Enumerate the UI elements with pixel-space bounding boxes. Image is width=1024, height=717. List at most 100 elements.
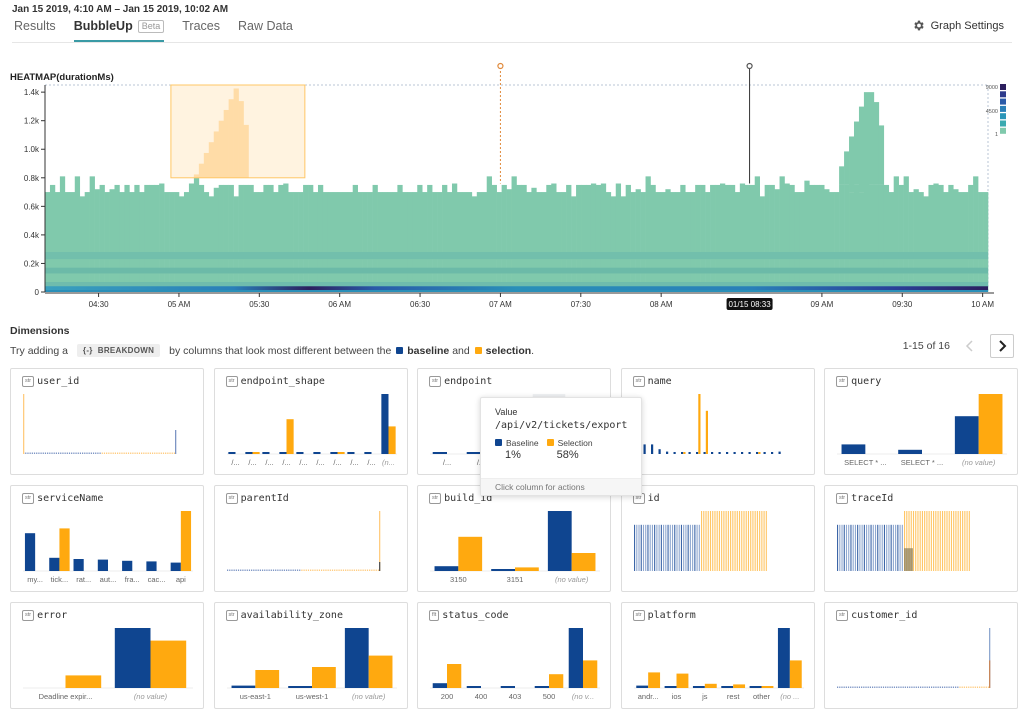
baseline-bar[interactable]: [906, 686, 909, 689]
heatmap-cell[interactable]: [69, 192, 76, 292]
selection-bar[interactable]: [758, 511, 760, 571]
baseline-bar[interactable]: [29, 452, 31, 455]
baseline-bar[interactable]: [933, 686, 935, 689]
baseline-bar[interactable]: [911, 686, 913, 689]
selection-bar[interactable]: [364, 569, 366, 572]
selection-bar[interactable]: [318, 569, 320, 572]
baseline-bar[interactable]: [84, 452, 86, 455]
selection-bar[interactable]: [716, 511, 718, 571]
baseline-bar[interactable]: [650, 444, 653, 454]
selection-bar[interactable]: [309, 569, 311, 572]
selection-bar[interactable]: [23, 394, 25, 454]
selection-bar[interactable]: [162, 452, 165, 455]
baseline-bar[interactable]: [872, 524, 874, 571]
baseline-bar[interactable]: [646, 524, 649, 571]
baseline-bar[interactable]: [466, 452, 481, 454]
baseline-bar[interactable]: [363, 452, 371, 454]
baseline-bar[interactable]: [861, 524, 863, 571]
selection-bar[interactable]: [143, 452, 145, 455]
heatmap-cell[interactable]: [844, 184, 850, 292]
baseline-bar[interactable]: [95, 452, 97, 455]
baseline-bar[interactable]: [682, 524, 684, 571]
baseline-bar[interactable]: [226, 569, 228, 572]
baseline-bar[interactable]: [246, 569, 248, 572]
heatmap-cell[interactable]: [774, 189, 780, 292]
baseline-bar[interactable]: [635, 685, 648, 688]
baseline-bar[interactable]: [755, 452, 758, 454]
heatmap-cell[interactable]: [744, 184, 751, 292]
selection-bar[interactable]: [789, 660, 802, 688]
heatmap-cell[interactable]: [466, 192, 473, 292]
heatmap-cell[interactable]: [814, 184, 820, 292]
baseline-bar[interactable]: [843, 686, 845, 689]
baseline-bar[interactable]: [865, 686, 867, 689]
selection-bar[interactable]: [707, 511, 709, 571]
selection-bar[interactable]: [742, 511, 745, 571]
baseline-bar[interactable]: [97, 452, 99, 455]
heatmap-cell[interactable]: [948, 184, 954, 292]
baseline-bar[interactable]: [658, 524, 660, 571]
baseline-bar[interactable]: [850, 686, 852, 689]
heatmap-cell[interactable]: [839, 184, 845, 292]
baseline-bar[interactable]: [859, 524, 861, 571]
heatmap-cell[interactable]: [938, 184, 944, 292]
baseline-bar[interactable]: [740, 452, 743, 454]
heatmap-cell[interactable]: [412, 192, 418, 292]
baseline-bar[interactable]: [278, 452, 286, 454]
selection-bar[interactable]: [110, 452, 112, 455]
selection-bar[interactable]: [919, 511, 921, 571]
selection-bar[interactable]: [151, 452, 154, 455]
baseline-bar[interactable]: [92, 452, 95, 455]
card-chart[interactable]: [825, 486, 1019, 593]
selection-bar[interactable]: [941, 511, 944, 571]
selection-bar[interactable]: [713, 511, 716, 571]
selection-bar[interactable]: [167, 452, 169, 455]
baseline-bar[interactable]: [847, 686, 850, 689]
heatmap-cell[interactable]: [878, 125, 885, 185]
baseline-bar[interactable]: [841, 524, 843, 571]
heatmap-cell[interactable]: [233, 196, 239, 292]
heatmap-cell[interactable]: [402, 192, 408, 292]
baseline-bar[interactable]: [926, 686, 928, 689]
selection-bar[interactable]: [311, 667, 336, 688]
baseline-bar[interactable]: [710, 452, 713, 454]
heatmap-cell[interactable]: [516, 184, 522, 292]
baseline-bar[interactable]: [882, 686, 885, 689]
selection-bar[interactable]: [388, 426, 396, 454]
heatmap-cell[interactable]: [789, 184, 795, 292]
baseline-bar[interactable]: [568, 628, 583, 688]
heatmap-cell[interactable]: [481, 192, 488, 292]
baseline-bar[interactable]: [283, 569, 285, 572]
heatmap-cell[interactable]: [933, 183, 939, 292]
heatmap-cell[interactable]: [451, 183, 458, 292]
heatmap-cell[interactable]: [719, 183, 726, 292]
selection-bar[interactable]: [305, 569, 307, 572]
baseline-bar[interactable]: [952, 686, 955, 689]
baseline-bar[interactable]: [241, 569, 244, 572]
heatmap-cell[interactable]: [491, 184, 497, 292]
selection-bar[interactable]: [377, 569, 379, 572]
heatmap-cell[interactable]: [422, 192, 428, 292]
baseline-bar[interactable]: [900, 686, 902, 689]
selection-bar[interactable]: [944, 511, 946, 571]
selection-bar[interactable]: [959, 686, 961, 689]
baseline-bar[interactable]: [40, 452, 42, 455]
heatmap-cell[interactable]: [958, 192, 964, 292]
baseline-bar[interactable]: [432, 683, 447, 688]
heatmap-cell[interactable]: [695, 184, 701, 292]
baseline-bar[interactable]: [889, 686, 891, 689]
baseline-bar[interactable]: [25, 452, 27, 455]
baseline-bar[interactable]: [948, 686, 950, 689]
selection-bar[interactable]: [700, 511, 702, 571]
baseline-bar[interactable]: [909, 686, 911, 689]
heatmap-cell[interactable]: [327, 192, 334, 292]
baseline-bar[interactable]: [896, 686, 898, 689]
heatmap-cell[interactable]: [357, 192, 363, 292]
baseline-bar[interactable]: [897, 524, 899, 571]
baseline-bar[interactable]: [86, 452, 88, 455]
heatmap-cell[interactable]: [650, 184, 656, 292]
heatmap-cell[interactable]: [258, 192, 264, 292]
selection-bar[interactable]: [149, 452, 151, 455]
selection-bar[interactable]: [965, 686, 968, 689]
baseline-bar[interactable]: [175, 430, 177, 454]
